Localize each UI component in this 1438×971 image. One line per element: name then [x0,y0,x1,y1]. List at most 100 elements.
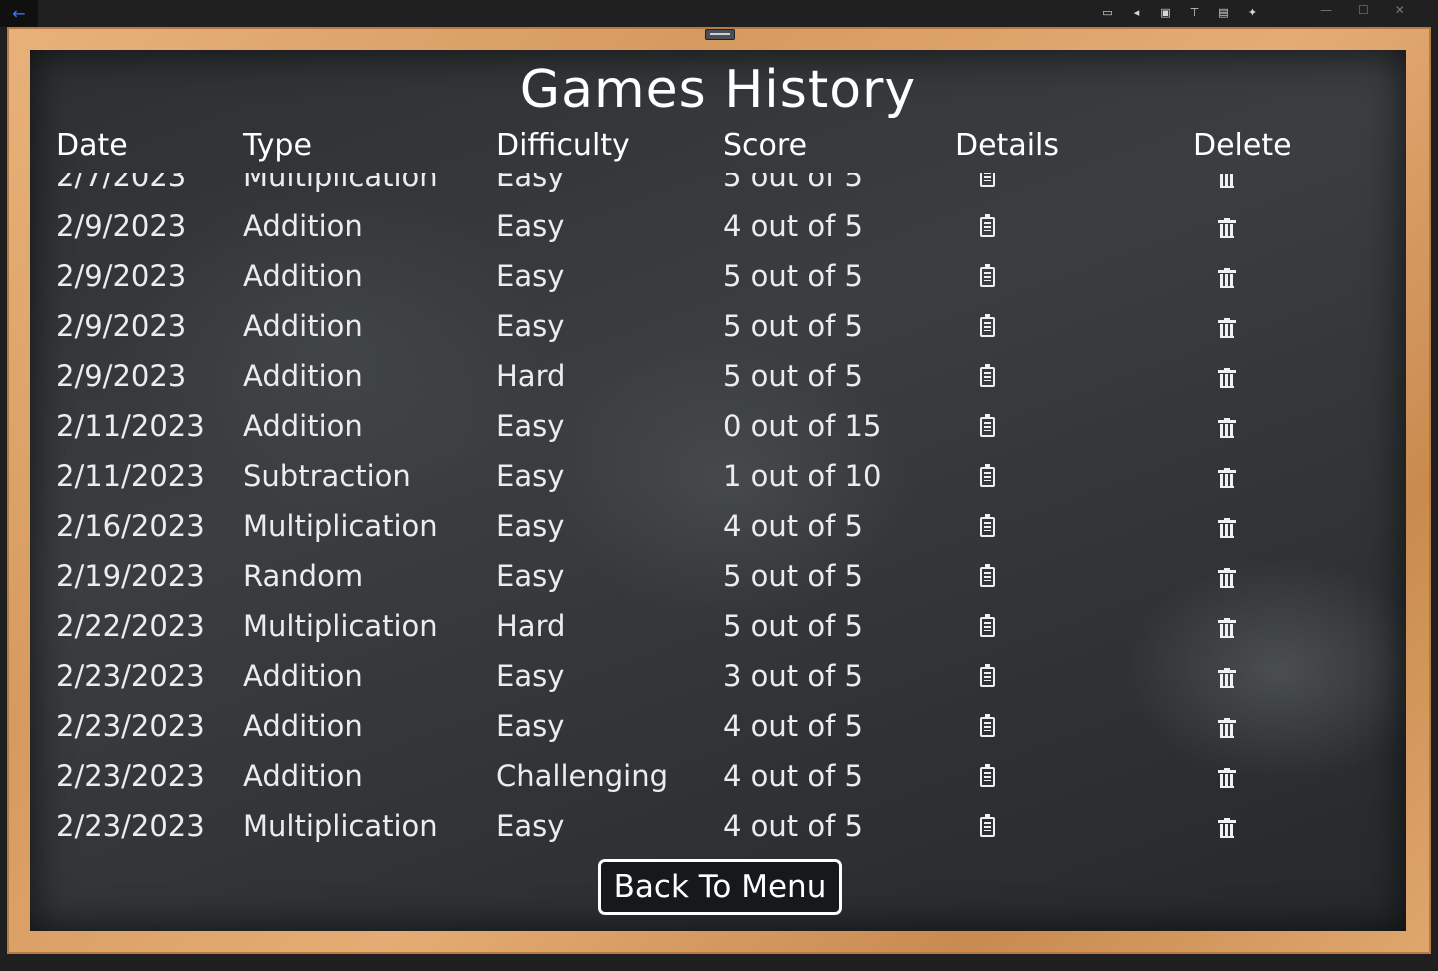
row-type: Addition [243,409,363,443]
row-difficulty: Challenging [496,759,668,793]
details-button[interactable] [980,714,995,737]
history-rows: 2/7/2023 Multiplication Easy 5 out of 5 2/9/… [30,173,1406,851]
row-date: 2/22/2023 [56,609,205,643]
table-row: 2/9/2023 Addition Hard 5 out of 5 [30,351,1406,401]
row-difficulty: Easy [496,409,565,443]
document-icon [980,214,995,237]
delete-button[interactable] [1218,173,1236,188]
minimize-button[interactable]: — [1320,3,1332,17]
chalkboard: Games History Date Type Difficulty Score… [30,50,1406,931]
table-row: 2/9/2023 Addition Easy 5 out of 5 [30,301,1406,351]
row-date: 2/9/2023 [56,259,187,293]
document-icon [980,564,995,587]
row-date: 2/23/2023 [56,759,205,793]
row-score: 4 out of 5 [723,509,864,543]
trash-icon [1218,568,1236,588]
table-row: 2/23/2023 Addition Easy 3 out of 5 [30,651,1406,701]
row-score: 4 out of 5 [723,709,864,743]
document-icon [980,414,995,437]
row-difficulty: Easy [496,459,565,493]
delete-button[interactable] [1218,568,1236,588]
header-date: Date [56,128,128,163]
details-button[interactable] [980,364,995,387]
delete-button[interactable] [1218,468,1236,488]
document-icon [980,173,995,187]
trash-icon [1218,768,1236,788]
delete-button[interactable] [1218,718,1236,738]
device-icon[interactable]: ▣ [1158,6,1173,19]
pin-icon[interactable]: ✦ [1245,6,1260,19]
details-button[interactable] [980,414,995,437]
align-top-icon[interactable]: ⊤ [1187,6,1202,19]
row-type: Multiplication [243,173,438,193]
delete-button[interactable] [1218,368,1236,388]
trash-icon [1218,368,1236,388]
toolbar-icons: ▭ ◂ ▣ ⊤ ▤ ✦ [1100,6,1260,19]
trash-icon [1218,518,1236,538]
row-score: 5 out of 5 [723,173,864,193]
row-difficulty: Easy [496,509,565,543]
row-difficulty: Hard [496,609,566,643]
table-row: 2/9/2023 Addition Easy 5 out of 5 [30,251,1406,301]
document-icon [980,714,995,737]
document-icon [980,314,995,337]
row-type: Addition [243,659,363,693]
display-mode-icon[interactable]: ▭ [1100,6,1115,19]
details-button[interactable] [980,214,995,237]
details-button[interactable] [980,664,995,687]
details-button[interactable] [980,814,995,837]
header-delete: Delete [1193,128,1292,163]
row-type: Multiplication [243,509,438,543]
details-button[interactable] [980,264,995,287]
table-row: 2/11/2023 Subtraction Easy 1 out of 10 [30,451,1406,501]
delete-button[interactable] [1218,618,1236,638]
document-icon [980,464,995,487]
trash-icon [1218,468,1236,488]
delete-button[interactable] [1218,768,1236,788]
delete-button[interactable] [1218,268,1236,288]
maximize-button[interactable]: ☐ [1358,3,1369,17]
details-button[interactable] [980,464,995,487]
row-date: 2/11/2023 [56,409,205,443]
row-type: Addition [243,359,363,393]
back-arrow-icon[interactable]: ← [0,0,38,27]
close-button[interactable]: ✕ [1395,3,1405,17]
table-row: 2/9/2023 Addition Easy 4 out of 5 [30,201,1406,251]
table-row: 2/23/2023 Addition Challenging 4 out of 5 [30,751,1406,801]
page-title: Games History [519,60,917,120]
details-button[interactable] [980,564,995,587]
delete-button[interactable] [1218,668,1236,688]
window-icon[interactable]: ▤ [1216,6,1231,19]
delete-button[interactable] [1218,418,1236,438]
window-controls: — ☐ ✕ [1320,3,1405,17]
document-icon [980,814,995,837]
details-button[interactable] [980,764,995,787]
drag-handle-icon[interactable] [705,29,735,40]
document-icon [980,614,995,637]
details-button[interactable] [980,514,995,537]
touch-icon[interactable]: ◂ [1129,6,1144,19]
back-to-menu-button[interactable]: Back To Menu [598,859,842,915]
table-row: 2/22/2023 Multiplication Hard 5 out of 5 [30,601,1406,651]
row-date: 2/9/2023 [56,209,187,243]
header-score: Score [723,128,808,163]
row-score: 1 out of 10 [723,459,882,493]
row-difficulty: Easy [496,709,565,743]
row-date: 2/11/2023 [56,459,205,493]
row-difficulty: Easy [496,659,565,693]
delete-button[interactable] [1218,218,1236,238]
details-button[interactable] [980,614,995,637]
header-details: Details [955,128,1060,163]
row-score: 5 out of 5 [723,359,864,393]
row-difficulty: Easy [496,309,565,343]
row-type: Multiplication [243,609,438,643]
table-row: 2/19/2023 Random Easy 5 out of 5 [30,551,1406,601]
details-button[interactable] [980,314,995,337]
row-score: 3 out of 5 [723,659,864,693]
delete-button[interactable] [1218,518,1236,538]
delete-button[interactable] [1218,318,1236,338]
history-list[interactable]: 2/7/2023 Multiplication Easy 5 out of 5 2/9/… [30,173,1406,853]
row-score: 4 out of 5 [723,759,864,793]
details-button[interactable] [980,173,995,187]
delete-button[interactable] [1218,818,1236,838]
